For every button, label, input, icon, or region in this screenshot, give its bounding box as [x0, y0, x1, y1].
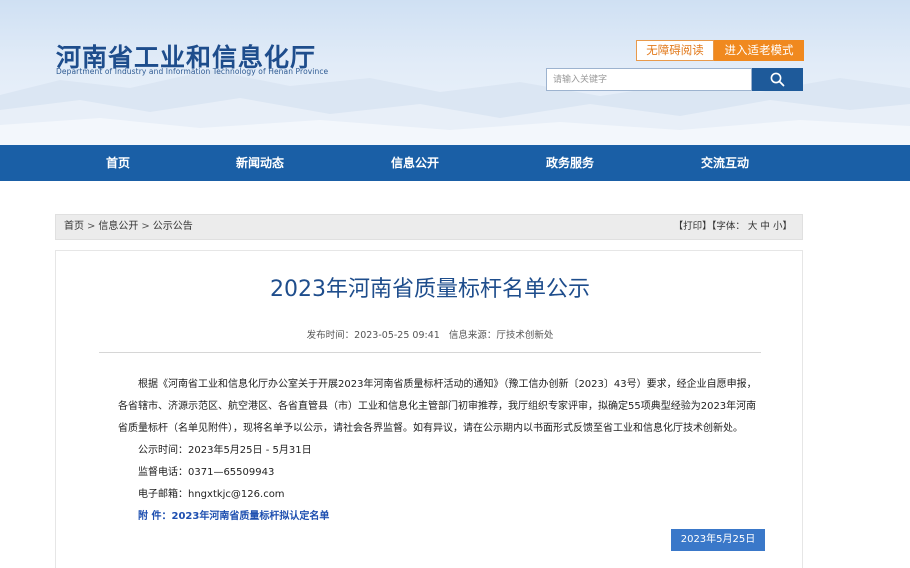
contact-email: 电子邮箱：hngxtkjc@126.com [138, 489, 285, 500]
notice-period: 公示时间：2023年5月25日 - 5月31日 [138, 445, 312, 456]
supervision-phone: 监督电话：0371—65509943 [138, 467, 275, 478]
search-button[interactable] [752, 68, 803, 91]
article-meta: 发布时间：2023-05-25 09:41 信息来源：厅技术创新处 [56, 327, 804, 341]
breadcrumb-info-public[interactable]: 信息公开 [98, 221, 138, 232]
article: 2023年河南省质量标杆名单公示 发布时间：2023-05-25 09:41 信… [55, 250, 803, 568]
breadcrumb-bar: 首页 > 信息公开 > 公示公告 【打印】【字体： 大 中 小】 [55, 214, 803, 240]
attachment-link[interactable]: 2023年河南省质量标杆拟认定名单 [171, 511, 329, 522]
page: 河南省工业和信息化厅 Department of Industry and In… [0, 0, 910, 568]
font-large-button[interactable]: 大 [748, 221, 758, 232]
print-button[interactable]: 【打印】 [674, 221, 712, 232]
article-paragraph: 根据《河南省工业和信息化厅办公室关于开展2023年河南省质量标杆活动的通知》（豫… [118, 379, 757, 434]
site-subtitle: Department of Industry and Information T… [56, 67, 329, 76]
font-size-close: 】 [782, 221, 792, 232]
nav-item-interaction[interactable]: 交流互动 [675, 145, 775, 181]
attachment: 附 件：2023年河南省质量标杆拟认定名单 [118, 506, 766, 528]
nav-item-home[interactable]: 首页 [68, 145, 168, 181]
nav-item-news[interactable]: 新闻动态 [210, 145, 310, 181]
nav-item-gov-services[interactable]: 政务服务 [520, 145, 620, 181]
attachment-label: 附 件： [138, 511, 172, 522]
search-icon [770, 72, 785, 87]
breadcrumb-home[interactable]: 首页 [64, 221, 84, 232]
breadcrumb-separator: > [141, 221, 150, 232]
publish-time: 发布时间：2023-05-25 09:41 [306, 330, 440, 341]
article-date: 2023年5月25日 [671, 529, 765, 551]
breadcrumb: 首页 > 信息公开 > 公示公告 [64, 215, 193, 239]
divider [99, 352, 761, 353]
breadcrumb-separator: > [87, 221, 96, 232]
header-banner: 河南省工业和信息化厅 Department of Industry and In… [0, 0, 910, 145]
article-body: 根据《河南省工业和信息化厅办公室关于开展2023年河南省质量标杆活动的通知》（豫… [118, 374, 766, 528]
elder-mode-button[interactable]: 进入适老模式 [714, 40, 804, 61]
font-size-label: 【字体： [711, 221, 745, 232]
breadcrumb-notices[interactable]: 公示公告 [153, 221, 193, 232]
nav-item-info-public[interactable]: 信息公开 [365, 145, 465, 181]
search-input[interactable] [546, 68, 752, 91]
main-nav: 首页 新闻动态 信息公开 政务服务 交流互动 [0, 145, 910, 181]
article-title: 2023年河南省质量标杆名单公示 [270, 277, 590, 302]
article-tools: 【打印】【字体： 大 中 小】 [674, 215, 792, 239]
accessible-reading-button[interactable]: 无障碍阅读 [636, 40, 714, 61]
font-medium-button[interactable]: 中 [760, 221, 770, 232]
info-source: 信息来源：厅技术创新处 [448, 330, 554, 341]
